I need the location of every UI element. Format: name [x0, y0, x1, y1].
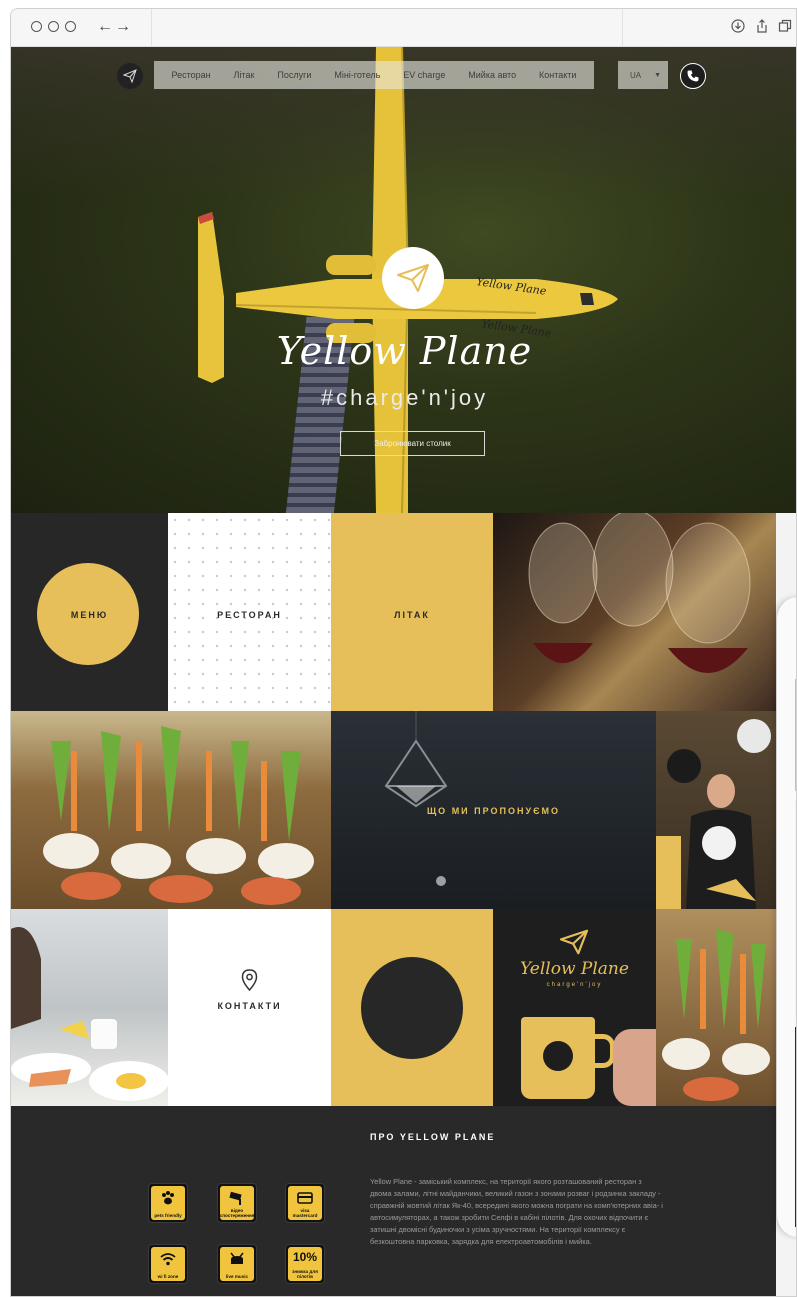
badge-live-music: live music	[217, 1244, 257, 1284]
wine-glasses-photo	[493, 513, 776, 711]
about-title: ПРО YELLOW PLANE	[370, 1132, 496, 1142]
share-icon[interactable]	[754, 19, 770, 35]
location-pin-icon	[241, 969, 258, 991]
discount-icon: 10%	[292, 1250, 318, 1264]
appetizers-image	[43, 726, 314, 905]
language-value: UA	[630, 70, 642, 80]
nav-plane[interactable]: Літак	[234, 70, 255, 80]
dark-circle-tile	[331, 909, 493, 1106]
menu-label: МЕНЮ	[70, 610, 109, 620]
party-image	[656, 719, 771, 909]
hero-title: Yellow Plane	[276, 329, 533, 373]
plane-logo-nav-button[interactable]	[117, 63, 143, 89]
event-photo	[656, 711, 776, 909]
badge-label: wi fi zone	[157, 1274, 179, 1279]
download-icon[interactable]	[730, 19, 746, 35]
badge-label: відео спостереження	[219, 1208, 255, 1218]
badge-wifi-zone: wi fi zone	[148, 1244, 188, 1284]
nav-contacts[interactable]: Контакти	[539, 70, 576, 80]
tabs-icon[interactable]	[777, 19, 793, 35]
contacts-tile[interactable]: КОНТАКТИ	[168, 909, 331, 1106]
nav-restaurant[interactable]: Ресторан	[171, 70, 210, 80]
dark-circle	[361, 957, 463, 1059]
book-table-button[interactable]: Забронювати столик	[340, 431, 485, 456]
camera-icon	[229, 1191, 242, 1205]
badge-label: знижка для пілотів	[292, 1269, 318, 1279]
badge-label: pets friendly	[154, 1213, 182, 1218]
badge-label: visa mastercard	[292, 1208, 318, 1218]
badge-pilot-discount: 10% знижка для пілотів	[285, 1244, 325, 1284]
nav-car-wash[interactable]: Мийка авто	[468, 70, 516, 80]
nav-ev-charge[interactable]: EV charge	[403, 70, 445, 80]
about-section: ПРО YELLOW PLANE Yellow Plane - заміськи…	[11, 1106, 776, 1296]
wifi-icon	[160, 1253, 176, 1266]
what-we-offer-tile[interactable]: ЩО МИ ПРОПОНУЄМО	[331, 711, 656, 909]
appetizers-image-2	[662, 929, 770, 1101]
nav-mini-hotel[interactable]: Міні-готель	[334, 70, 380, 80]
hand	[613, 1029, 656, 1106]
badge-label: live music	[225, 1274, 249, 1279]
badge-pets-friendly: pets friendly	[148, 1183, 188, 1223]
mug	[521, 1017, 595, 1099]
plane-tile[interactable]: ЛІТАК	[331, 513, 493, 711]
window-controls	[31, 21, 76, 32]
hero-tagline: #charge'n'joy	[320, 385, 489, 410]
phone-mockup-edge	[776, 597, 796, 1237]
toolbar-divider	[151, 9, 152, 47]
breakfast-image	[11, 927, 168, 1101]
hero-section: Yellow Plane Yellow Plane Ресторан Літак…	[11, 47, 796, 513]
badge-video-surveillance: відео спостереження	[217, 1183, 257, 1223]
minimize-window-button[interactable]	[48, 21, 59, 32]
mug-photo: Yellow Plane charge'n'joy	[493, 909, 656, 1106]
about-text: Yellow Plane - заміський комплекс, на те…	[370, 1177, 663, 1246]
paper-plane-icon	[397, 264, 429, 292]
zoom-window-button[interactable]	[65, 21, 76, 32]
phone-call-button[interactable]	[680, 63, 706, 89]
contacts-label: КОНТАКТИ	[217, 1001, 282, 1011]
language-select[interactable]: UA ▼	[618, 61, 668, 89]
main-nav: Ресторан Літак Послуги Міні-готель EV ch…	[154, 61, 594, 89]
phone-icon	[687, 70, 699, 82]
drums-icon	[230, 1252, 244, 1264]
mug-brand: Yellow Plane	[520, 959, 629, 979]
badge-visa-mastercard: visa mastercard	[285, 1183, 325, 1223]
browser-toolbar: ← →	[11, 9, 796, 47]
appetizers-photo-2	[656, 909, 776, 1106]
card-icon	[297, 1192, 313, 1204]
chevron-down-icon: ▼	[654, 71, 661, 79]
mug-logo	[543, 1041, 573, 1071]
paper-plane-logo-icon	[559, 929, 589, 955]
paw-icon	[162, 1191, 174, 1205]
what-we-offer-label: ЩО МИ ПРОПОНУЄМО	[427, 806, 560, 816]
close-window-button[interactable]	[31, 21, 42, 32]
toolbar-divider	[622, 9, 623, 47]
back-arrow-icon[interactable]: ←	[97, 18, 113, 36]
forward-arrow-icon[interactable]: →	[115, 18, 131, 36]
mug-tagline: charge'n'joy	[546, 982, 603, 988]
mug-handle	[593, 1034, 615, 1068]
browser-window: ← → Yellow Plane Yellow Plane Ресторан Л…	[10, 8, 797, 1297]
appetizers-photo	[11, 711, 331, 909]
restaurant-label: РЕСТОРАН	[217, 610, 282, 620]
nav-services[interactable]: Послуги	[277, 70, 311, 80]
restaurant-tile[interactable]: РЕСТОРАН	[168, 513, 331, 711]
brand-logo	[382, 247, 444, 309]
breakfast-photo	[11, 909, 168, 1106]
plane-label: ЛІТАК	[394, 610, 430, 620]
wine-glasses-image	[528, 513, 751, 673]
menu-tile[interactable]: МЕНЮ	[11, 513, 168, 711]
